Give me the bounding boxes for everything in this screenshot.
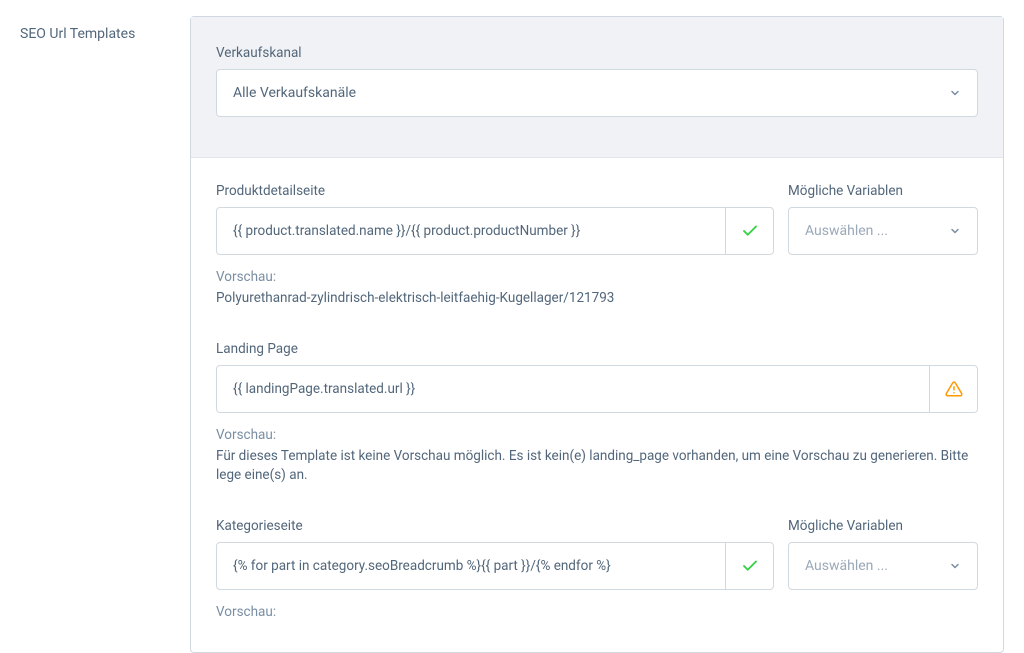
template-input[interactable]: [217, 208, 725, 254]
preview-label: Vorschau:: [216, 269, 978, 285]
status-ok: [725, 208, 773, 254]
template-input[interactable]: [217, 366, 929, 412]
template-section: Landing Page Vorschau: Für dieses Templa: [216, 341, 978, 486]
variables-label: Mögliche Variablen: [788, 518, 978, 534]
chevron-down-icon: [949, 560, 961, 572]
sales-channel-value: Alle Verkaufskanäle: [233, 85, 356, 101]
template-label: Landing Page: [216, 341, 978, 357]
preview-text: Für dieses Template ist keine Vorschau m…: [216, 447, 978, 486]
warning-icon: [945, 380, 963, 398]
status-ok: [725, 543, 773, 589]
preview-label: Vorschau:: [216, 604, 978, 620]
variables-label: Mögliche Variablen: [788, 183, 978, 199]
chevron-down-icon: [949, 225, 961, 237]
sales-channel-select[interactable]: Alle Verkaufskanäle: [216, 69, 978, 117]
template-section: Kategorieseite Mögliche Variablen: [216, 518, 978, 620]
panel-body: Produktdetailseite Mögliche Variablen: [191, 158, 1003, 620]
template-input-wrap: [216, 542, 774, 590]
variables-select[interactable]: Auswählen ...: [788, 207, 978, 255]
panel-header: Verkaufskanal Alle Verkaufskanäle: [191, 17, 1003, 158]
preview-text: Polyurethanrad-zylindrisch-elektrisch-le…: [216, 289, 978, 309]
sidebar-title: SEO Url Templates: [20, 16, 190, 653]
seo-templates-panel: Verkaufskanal Alle Verkaufskanäle Produk…: [190, 16, 1004, 653]
check-icon: [741, 557, 759, 575]
sales-channel-label: Verkaufskanal: [216, 45, 978, 61]
template-section: Produktdetailseite Mögliche Variablen: [216, 183, 978, 309]
template-label: Kategorieseite: [216, 518, 774, 534]
check-icon: [741, 222, 759, 240]
variables-select[interactable]: Auswählen ...: [788, 542, 978, 590]
template-label: Produktdetailseite: [216, 183, 774, 199]
template-input-wrap: [216, 365, 978, 413]
preview-label: Vorschau:: [216, 427, 978, 443]
variables-placeholder: Auswählen ...: [805, 558, 888, 574]
variables-placeholder: Auswählen ...: [805, 223, 888, 239]
template-input[interactable]: [217, 543, 725, 589]
template-input-wrap: [216, 207, 774, 255]
chevron-down-icon: [949, 87, 961, 99]
status-warning: [929, 366, 977, 412]
